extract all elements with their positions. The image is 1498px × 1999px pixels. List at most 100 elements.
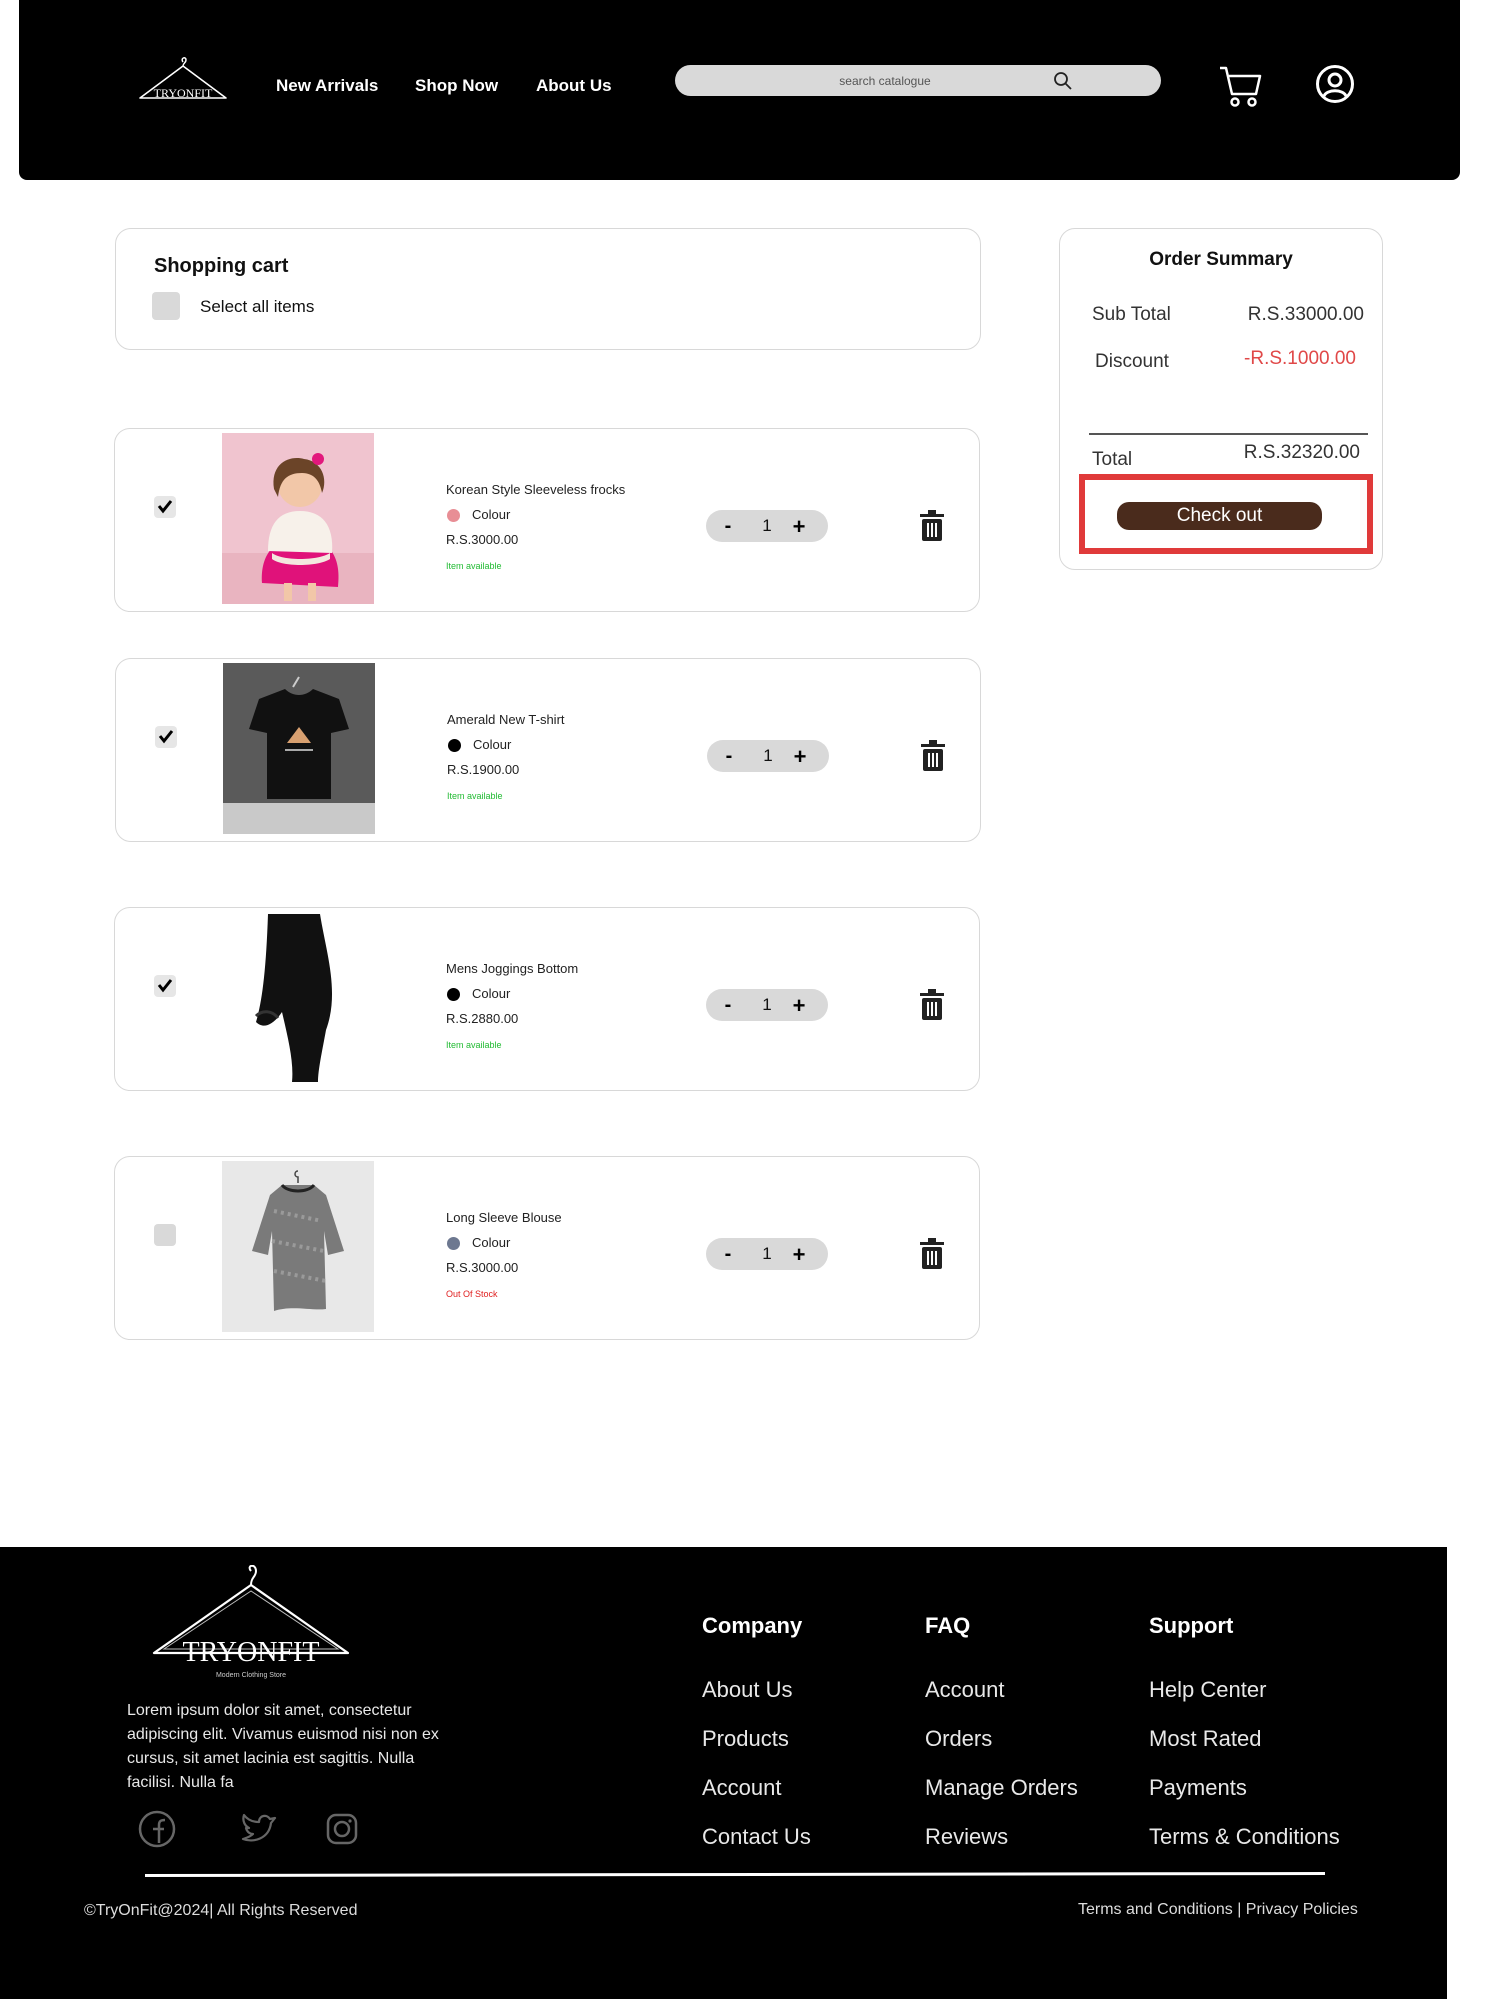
footer-link-manage-orders[interactable]: Manage Orders <box>925 1775 1078 1801</box>
colour-label: Colour <box>472 507 511 522</box>
decrease-quantity-button[interactable]: - <box>718 1242 738 1266</box>
stock-status: Item available <box>446 1040 502 1050</box>
footer-link-contact-us[interactable]: Contact Us <box>702 1824 811 1850</box>
trash-icon[interactable] <box>920 1238 944 1269</box>
item-price: R.S.3000.00 <box>446 1260 519 1275</box>
item-name: Long Sleeve Blouse <box>446 1210 562 1225</box>
search-bar <box>675 65 1161 96</box>
footer-link-help-center[interactable]: Help Center <box>1149 1677 1266 1703</box>
colour-label: Colour <box>472 1235 511 1250</box>
quantity-value: 1 <box>762 1244 772 1263</box>
copyright-text: ©TryOnFit@2024| All Rights Reserved <box>84 1902 358 1919</box>
checkmark-icon <box>157 979 173 993</box>
quantity-stepper: - 1 + <box>707 740 829 772</box>
twitter-icon[interactable] <box>239 1809 279 1849</box>
decrease-quantity-button[interactable]: - <box>718 514 738 538</box>
quantity-stepper: - 1 + <box>706 989 828 1021</box>
total-label: Total <box>1092 449 1133 470</box>
footer-link-most-rated[interactable]: Most Rated <box>1149 1726 1262 1752</box>
increase-quantity-button[interactable]: + <box>786 514 812 539</box>
item-checkbox[interactable] <box>155 726 177 748</box>
item-name: Korean Style Sleeveless frocks <box>446 482 626 497</box>
shopping-cart-header: Shopping cart Select all items <box>115 228 981 350</box>
discount-label: Discount <box>1095 351 1169 372</box>
product-image-blouse[interactable] <box>222 1161 374 1332</box>
quantity-stepper: - 1 + <box>706 510 828 542</box>
user-account-icon[interactable] <box>1315 64 1355 104</box>
footer-heading-company: Company <box>702 1613 803 1638</box>
product-image-tshirt[interactable] <box>223 663 375 834</box>
decrease-quantity-button[interactable]: - <box>718 993 738 1017</box>
logo-text: TRYONFIT <box>154 86 213 100</box>
product-image-joggers[interactable] <box>222 912 374 1083</box>
footer-link-faq-account[interactable]: Account <box>925 1677 1005 1703</box>
item-checkbox[interactable] <box>154 496 176 518</box>
facebook-icon[interactable] <box>137 1809 177 1849</box>
increase-quantity-button[interactable]: + <box>786 1242 812 1267</box>
decrease-quantity-button[interactable]: - <box>719 744 739 768</box>
summary-divider <box>1089 433 1368 435</box>
checkout-button[interactable]: Check out <box>1117 502 1322 530</box>
checkmark-icon <box>157 500 173 514</box>
cart-icon[interactable] <box>1218 62 1262 110</box>
cart-item: Mens Joggings Bottom Colour R.S.2880.00 … <box>114 907 980 1091</box>
increase-quantity-button[interactable]: + <box>786 993 812 1018</box>
site-footer: TRYONFIT Modern Clothing Store Lorem ips… <box>0 1547 1447 1999</box>
discount-value: -R.S.1000.00 <box>1244 348 1356 369</box>
site-header: TRYONFIT New Arrivals Shop Now About Us <box>19 0 1460 180</box>
footer-heading-faq: FAQ <box>925 1613 971 1638</box>
footer-link-reviews[interactable]: Reviews <box>925 1824 1008 1850</box>
footer-link-products[interactable]: Products <box>702 1726 789 1752</box>
trash-icon[interactable] <box>920 510 944 541</box>
search-icon[interactable] <box>1053 71 1073 91</box>
colour-swatch <box>447 509 460 522</box>
footer-logo-text: TRYONFIT <box>183 1637 320 1668</box>
stock-status: Item available <box>447 791 503 801</box>
quantity-value: 1 <box>762 995 772 1014</box>
colour-swatch <box>448 739 461 752</box>
cart-item: Long Sleeve Blouse Colour R.S.3000.00 Ou… <box>114 1156 980 1340</box>
footer-divider <box>144 1871 1326 1878</box>
checkmark-icon <box>158 730 174 744</box>
item-price: R.S.3000.00 <box>446 532 519 547</box>
colour-label: Colour <box>473 737 512 752</box>
nav-shop-now[interactable]: Shop Now <box>415 76 498 96</box>
quantity-stepper: - 1 + <box>706 1238 828 1270</box>
product-image-frock[interactable] <box>222 433 374 604</box>
hanger-logo-icon[interactable]: TRYONFIT <box>136 56 230 112</box>
subtotal-value: R.S.33000.00 <box>1247 304 1364 325</box>
footer-link-about-us[interactable]: About Us <box>702 1677 793 1703</box>
legal-links[interactable]: Terms and Conditions | Privacy Policies <box>1078 1901 1358 1919</box>
increase-quantity-button[interactable]: + <box>787 744 813 769</box>
summary-title: Order Summary <box>1149 249 1293 270</box>
footer-link-payments[interactable]: Payments <box>1149 1775 1247 1801</box>
footer-hanger-logo-icon[interactable]: TRYONFIT Modern Clothing Store <box>148 1565 354 1683</box>
footer-link-terms-conditions[interactable]: Terms & Conditions <box>1149 1824 1340 1850</box>
item-price: R.S.2880.00 <box>446 1011 519 1026</box>
colour-swatch <box>447 1237 460 1250</box>
subtotal-label: Sub Total <box>1092 304 1171 325</box>
item-name: Amerald New T-shirt <box>447 712 565 727</box>
instagram-icon[interactable] <box>322 1809 362 1849</box>
footer-link-account[interactable]: Account <box>702 1775 782 1801</box>
cart-title: Shopping cart <box>154 255 289 277</box>
stock-status: Out Of Stock <box>446 1289 498 1299</box>
stock-status: Item available <box>446 561 502 571</box>
trash-icon[interactable] <box>921 740 945 771</box>
item-checkbox[interactable] <box>154 1224 176 1246</box>
nav-about-us[interactable]: About Us <box>536 76 612 96</box>
cart-item: Amerald New T-shirt Colour R.S.1900.00 I… <box>115 658 981 842</box>
colour-swatch <box>447 988 460 1001</box>
item-checkbox[interactable] <box>154 975 176 997</box>
item-price: R.S.1900.00 <box>447 762 520 777</box>
select-all-label: Select all items <box>200 297 315 316</box>
footer-link-orders[interactable]: Orders <box>925 1726 992 1752</box>
trash-icon[interactable] <box>920 989 944 1020</box>
colour-label: Colour <box>472 986 511 1001</box>
quantity-value: 1 <box>763 746 773 765</box>
nav-new-arrivals[interactable]: New Arrivals <box>276 76 378 96</box>
select-all-checkbox[interactable] <box>152 292 180 320</box>
cart-item: Korean Style Sleeveless frocks Colour R.… <box>114 428 980 612</box>
footer-blurb: Lorem ipsum dolor sit amet, consectetur … <box>127 1702 439 1791</box>
search-input[interactable] <box>675 65 1095 96</box>
